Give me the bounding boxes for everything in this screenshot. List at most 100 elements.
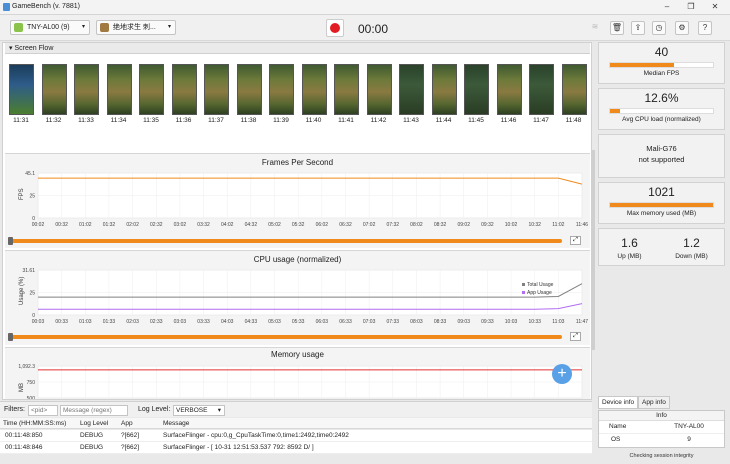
x-tick-label: 07:03 xyxy=(363,319,376,325)
y-tick-label: 500 xyxy=(27,396,36,399)
x-tick-label: 10:02 xyxy=(505,222,518,228)
screen-flow-time: 11:46 xyxy=(500,117,517,124)
cpu-slider-handle[interactable] xyxy=(8,333,13,341)
x-tick-label: 09:03 xyxy=(457,319,470,325)
x-tick-label: 05:03 xyxy=(268,319,281,325)
x-tick-label: 01:33 xyxy=(103,319,116,325)
network-up-label: Up (MB) xyxy=(617,253,642,260)
device-select-value: TNY-AL00 (9) xyxy=(27,24,70,31)
history-icon[interactable]: ◷ xyxy=(652,21,666,35)
log-level: DEBUG xyxy=(80,444,104,451)
window-title: GameBench (v. 7881) xyxy=(12,3,80,10)
x-tick-label: 10:03 xyxy=(505,319,518,325)
fps-timeline-slider[interactable] xyxy=(10,239,562,243)
x-tick-label: 09:02 xyxy=(457,222,470,228)
col-message[interactable]: Message xyxy=(163,418,189,429)
x-tick-label: 01:02 xyxy=(79,222,92,228)
add-marker-button[interactable]: + xyxy=(552,364,572,384)
app-logo-icon xyxy=(3,3,10,11)
screen-flow-label: Screen Flow xyxy=(14,45,54,52)
max-memory-card[interactable]: 1021 Max memory used (MB) xyxy=(598,182,725,224)
device-name-value: TNY-AL00 xyxy=(674,423,704,430)
screen-flow-thumbnail[interactable] xyxy=(41,64,67,115)
message-filter-input[interactable] xyxy=(60,405,128,416)
screen-flow-thumbnail[interactable] xyxy=(529,64,554,115)
y-tick-label: 1,092.3 xyxy=(18,364,35,370)
upload-icon[interactable]: ⇪ xyxy=(631,21,645,35)
max-memory-label: Max memory used (MB) xyxy=(626,210,697,217)
log-time: 00:11:48:846 xyxy=(5,444,43,451)
device-select[interactable]: TNY-AL00 (9) ▾ xyxy=(10,20,90,35)
tab-device-info[interactable]: Device info xyxy=(598,396,639,409)
screen-flow-thumbnail[interactable] xyxy=(366,64,392,115)
screen-flow-thumbnail[interactable] xyxy=(269,64,294,115)
trash-icon[interactable]: 🗑 xyxy=(610,21,624,35)
log-level-select[interactable]: VERBOSE ▾ xyxy=(173,405,225,416)
title-bar: GameBench (v. 7881) – ❐ ✕ xyxy=(0,0,730,15)
screen-flow-thumbnail[interactable] xyxy=(236,64,262,115)
chevron-down-icon: ▾ xyxy=(167,24,171,30)
screen-flow-thumbnail[interactable] xyxy=(106,64,132,115)
y-tick-label: 31.61 xyxy=(22,268,35,274)
network-down-value: 1.2 xyxy=(683,236,700,250)
fps-slider-handle[interactable] xyxy=(8,237,13,245)
screen-flow-thumbnail[interactable] xyxy=(431,64,457,115)
screen-flow-thumbnail[interactable] xyxy=(464,64,489,115)
screen-flow-thumbnail[interactable] xyxy=(334,64,359,115)
median-fps-card[interactable]: 40 Median FPS xyxy=(598,42,725,84)
chevron-down-icon: ▾ xyxy=(81,24,85,30)
cpu-expand-button[interactable]: ⤢ xyxy=(570,332,581,341)
screen-flow-header[interactable]: ▾ Screen Flow xyxy=(5,43,590,54)
record-button[interactable] xyxy=(326,19,344,37)
screen-flow-thumbnail[interactable] xyxy=(399,64,424,115)
restore-icon[interactable]: ❐ xyxy=(684,2,698,12)
device-name-key: Name xyxy=(609,423,627,430)
screen-flow-thumbnail[interactable] xyxy=(561,64,587,115)
screen-flow-thumbnail[interactable] xyxy=(139,64,164,115)
help-icon[interactable]: ? xyxy=(698,21,712,35)
x-tick-label: 09:32 xyxy=(481,222,494,228)
network-card[interactable]: 1.6 Up (MB) 1.2 Down (MB) xyxy=(598,228,725,266)
x-tick-label: 03:33 xyxy=(197,319,210,325)
wifi-icon[interactable]: ≋ xyxy=(588,21,602,35)
screen-flow-thumbnail[interactable] xyxy=(204,64,229,115)
avg-cpu-card[interactable]: 12.6% Avg CPU load (normalized) xyxy=(598,88,725,130)
col-app[interactable]: App xyxy=(121,418,133,429)
screen-flow-time: 11:34 xyxy=(110,117,127,124)
settings-icon[interactable]: ⚙ xyxy=(675,21,689,35)
log-row[interactable]: 00:11:48:850 DEBUG ?[662] SurfaceFlinger… xyxy=(0,430,592,442)
screen-flow-thumbnail[interactable] xyxy=(74,64,99,115)
screen-flow-time: 11:48 xyxy=(565,117,582,124)
minimize-icon[interactable]: – xyxy=(660,2,674,12)
gpu-card[interactable]: Mali-G76 not supported xyxy=(598,134,725,178)
x-tick-label: 00:33 xyxy=(55,319,68,325)
screen-flow-time: 11:32 xyxy=(45,117,62,124)
close-icon[interactable]: ✕ xyxy=(708,2,722,12)
avg-cpu-label: Avg CPU load (normalized) xyxy=(622,116,701,123)
log-row[interactable]: 00:11:48:846 DEBUG ?[662] SurfaceFlinger… xyxy=(0,442,592,454)
x-tick-label: 08:03 xyxy=(410,319,423,325)
fps-expand-button[interactable]: ⤢ xyxy=(570,236,581,245)
charts-scrollbar[interactable] xyxy=(591,150,595,350)
col-log-level[interactable]: Log Level xyxy=(80,418,108,429)
tab-app-info[interactable]: App info xyxy=(638,396,670,409)
screen-flow-thumbnail[interactable] xyxy=(171,64,197,115)
app-select[interactable]: 绝地求生 刺... ▾ xyxy=(96,20,176,35)
screen-flow-thumbnail[interactable] xyxy=(301,64,327,115)
chevron-down-icon: ▾ xyxy=(217,407,221,414)
screen-flow-time: 11:35 xyxy=(143,117,159,124)
gpu-name: Mali-G76 xyxy=(646,144,677,153)
screen-flow-time: 11:38 xyxy=(240,117,257,124)
col-time[interactable]: Time (HH:MM:SS:ms) xyxy=(3,418,66,429)
screen-flow-thumbnail[interactable] xyxy=(496,64,522,115)
cpu-timeline-slider[interactable] xyxy=(10,335,562,339)
cpu-chart: 31.6125000:03 00:33 01:03 01:33 02:03 02:33 03… xyxy=(22,268,588,325)
x-tick-label: 00:03 xyxy=(32,319,45,325)
y-tick-label: 25 xyxy=(29,194,35,200)
screen-flow-thumbnail[interactable] xyxy=(9,64,34,115)
device-os-value: 9 xyxy=(687,436,691,443)
pid-filter-input[interactable] xyxy=(28,405,58,416)
x-tick-label: 03:02 xyxy=(174,222,187,228)
session-timer: 00:00 xyxy=(358,22,389,36)
android-icon xyxy=(14,23,23,32)
